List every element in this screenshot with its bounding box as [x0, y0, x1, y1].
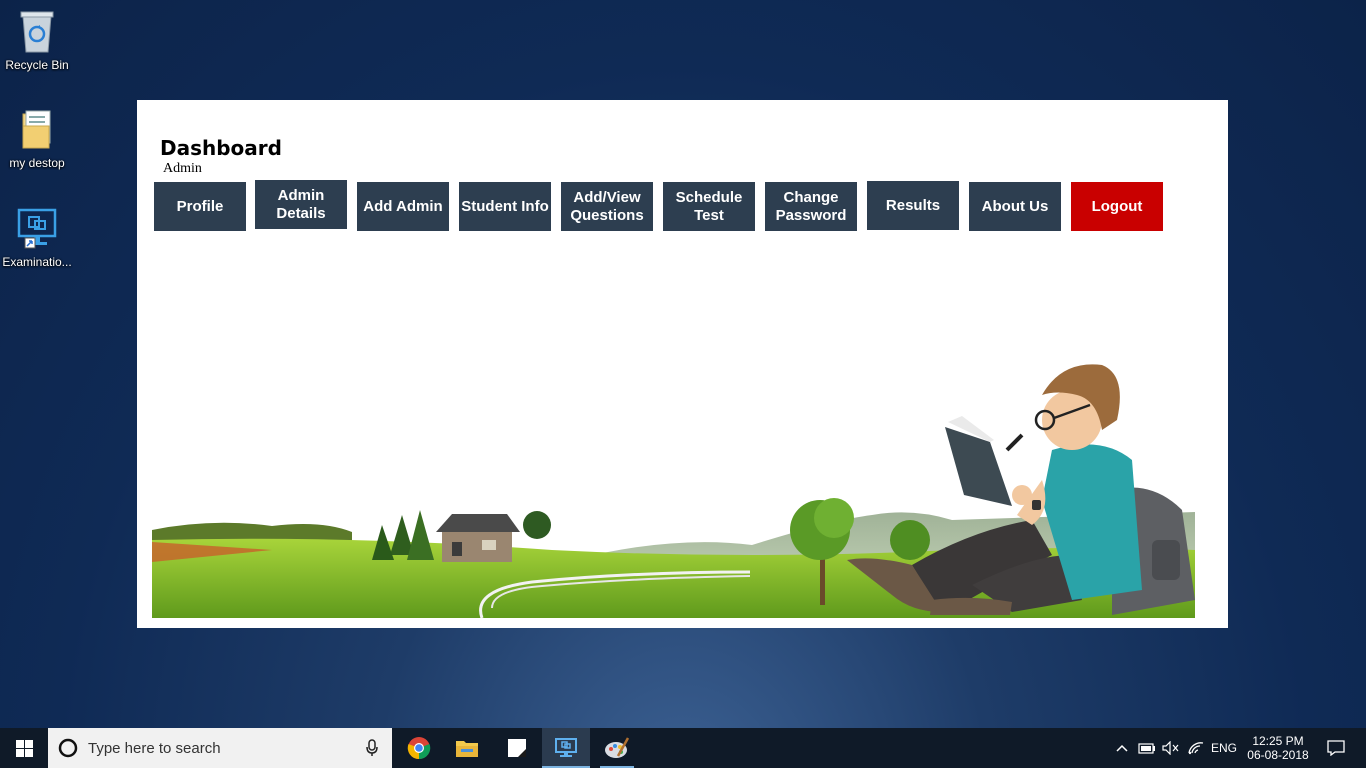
desktop-icon-recycle-bin[interactable]: Recycle Bin [0, 8, 74, 72]
chrome-taskbar-button[interactable] [396, 728, 442, 768]
chrome-icon [407, 737, 431, 760]
clock-date: 06-08-2018 [1247, 748, 1309, 762]
application-icon [555, 738, 577, 757]
wifi-icon [1188, 742, 1204, 755]
desktop-icon-label: Examinatio... [2, 255, 72, 269]
battery-icon [1138, 743, 1155, 754]
sticky-notes-icon [508, 739, 526, 757]
schedule-test-button[interactable]: Schedule Test [663, 182, 755, 231]
battery-tray-button[interactable] [1136, 728, 1158, 768]
add-admin-button[interactable]: Add Admin [357, 182, 449, 231]
folder-icon [456, 741, 478, 757]
volume-tray-button[interactable] [1160, 728, 1182, 768]
paint-palette-icon [605, 737, 630, 758]
desktop-icon-examination[interactable]: Examinatio... [0, 207, 74, 269]
role-label: Admin [163, 161, 202, 176]
chevron-up-icon [1116, 744, 1128, 752]
file-explorer-taskbar-button[interactable] [444, 728, 490, 768]
network-tray-button[interactable] [1184, 728, 1208, 768]
language-indicator[interactable]: ENG [1208, 728, 1240, 768]
clock-button[interactable]: 12:25 PM 06-08-2018 [1244, 728, 1312, 768]
action-center-button[interactable] [1316, 728, 1356, 768]
sticky-notes-taskbar-button[interactable] [494, 728, 540, 768]
start-button[interactable] [0, 728, 48, 768]
clock-time: 12:25 PM [1252, 734, 1304, 748]
page-title: Dashboard [160, 136, 282, 160]
microphone-icon[interactable] [366, 739, 378, 757]
about-us-button[interactable]: About Us [969, 182, 1061, 231]
desktop-icon-label: Recycle Bin [5, 58, 69, 72]
logout-button[interactable]: Logout [1071, 182, 1163, 231]
application-shortcut-icon [17, 208, 57, 249]
add-view-questions-button[interactable]: Add/View Questions [561, 182, 653, 231]
taskbar: Type here to search ENG 12:25 PM 06-08-2… [0, 728, 1366, 768]
profile-button[interactable]: Profile [154, 182, 246, 231]
volume-muted-icon [1162, 741, 1179, 755]
notifications-icon [1327, 740, 1345, 756]
show-hidden-icons-button[interactable] [1112, 728, 1132, 768]
folder-icon [22, 110, 51, 149]
paint-taskbar-button[interactable] [594, 728, 640, 768]
desktop-icon-label: my destop [9, 156, 65, 170]
search-placeholder: Type here to search [88, 739, 221, 757]
dashboard-window: Dashboard Admin Profile Admin Details Ad… [137, 100, 1228, 628]
admin-details-button[interactable]: Admin Details [255, 180, 347, 229]
student-info-button[interactable]: Student Info [459, 182, 551, 231]
taskbar-search-box[interactable]: Type here to search [48, 728, 392, 768]
examination-app-taskbar-button[interactable] [542, 728, 590, 768]
change-password-button[interactable]: Change Password [765, 182, 857, 231]
student-landscape-illustration [152, 364, 1195, 618]
desktop-icon-my-destop[interactable]: my destop [0, 108, 74, 170]
windows-logo-icon [15, 739, 33, 757]
cortana-circle-icon [58, 738, 78, 758]
results-button[interactable]: Results [867, 181, 959, 230]
recycle-bin-icon [20, 11, 54, 53]
